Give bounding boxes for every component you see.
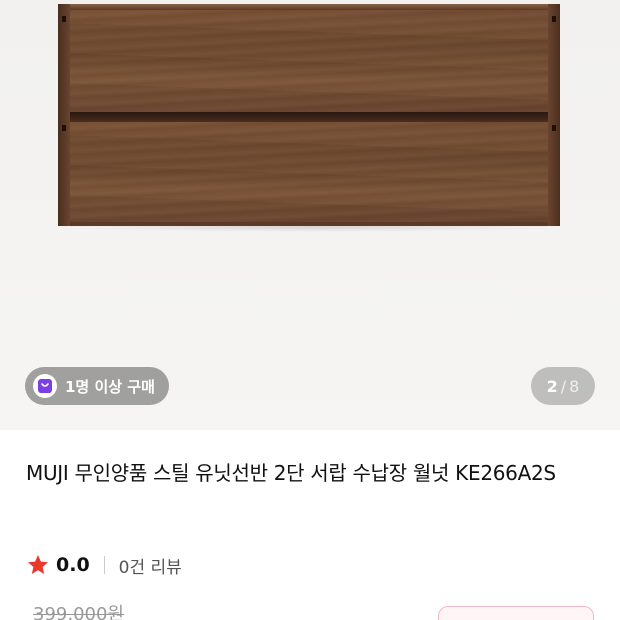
- shopping-bag-icon: [33, 374, 57, 398]
- rating-divider: [103, 556, 105, 574]
- page-separator: /: [560, 376, 567, 396]
- rating-value: 0.0: [56, 554, 90, 576]
- product-image-gallery[interactable]: 1명 이상 구매 2 / 8: [0, 0, 620, 430]
- current-image-index: 2: [546, 376, 558, 396]
- star-icon: [28, 555, 48, 574]
- drawer-gap: [68, 112, 550, 122]
- shelf-peg: [552, 16, 556, 22]
- shelf-peg: [62, 125, 66, 131]
- shelf-peg: [552, 125, 556, 131]
- coupon-button[interactable]: [438, 606, 594, 620]
- upper-drawer: [68, 10, 550, 112]
- product-detail-page: 1명 이상 구매 2 / 8 MUJI 무인양품 스틸 유닛선반 2단 서랍 수…: [0, 0, 620, 620]
- review-count-link[interactable]: 0건 리뷰: [119, 553, 182, 578]
- min-purchase-label: 1명 이상 구매: [65, 377, 155, 396]
- product-title: MUJI 무인양품 스틸 유닛선반 2단 서랍 수납장 월넛 KE266A2S: [26, 461, 556, 485]
- shelf-peg: [62, 16, 66, 22]
- lower-drawer: [68, 122, 550, 222]
- left-side-panel: [58, 4, 70, 226]
- right-side-panel: [548, 4, 560, 226]
- product-image-walnut-drawer-cabinet: [58, 4, 560, 226]
- min-purchase-badge: 1명 이상 구매: [25, 367, 169, 405]
- rating-row[interactable]: 0.0 0건 리뷰: [26, 550, 182, 580]
- original-price: 399,000원: [33, 604, 124, 620]
- total-image-count: 8: [569, 376, 580, 396]
- image-page-counter: 2 / 8: [531, 367, 595, 405]
